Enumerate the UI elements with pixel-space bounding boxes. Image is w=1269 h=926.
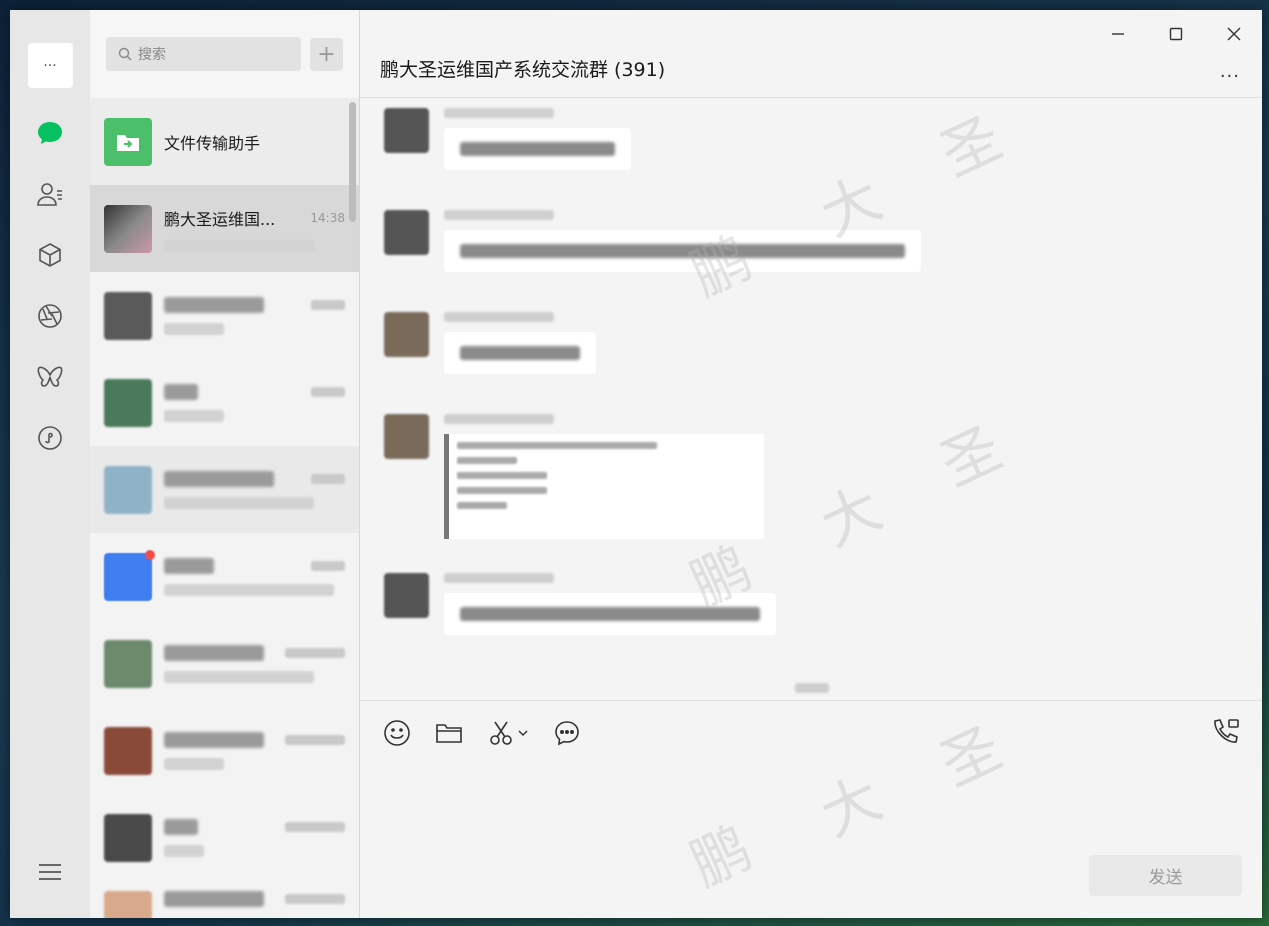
nav-rail: ··· [10,10,90,918]
profile-avatar[interactable]: ··· [27,43,73,88]
folder-arrow-icon [117,134,139,151]
butterfly-icon[interactable] [35,362,65,392]
cube-icon[interactable] [35,240,65,270]
message-bubble[interactable] [444,230,921,272]
message [384,312,596,374]
chat-header: 鹏大圣运维国产系统交流群 (391) ··· [360,10,1262,98]
sender-name [444,414,554,424]
conversation-item[interactable] [90,272,359,359]
aperture-icon[interactable] [35,301,65,331]
conversation-item[interactable] [90,881,359,918]
sender-name [444,573,554,583]
contact-avatar [104,378,152,427]
emoji-icon[interactable] [382,718,412,748]
chat-title: 鹏大圣运维国产系统交流群 (391) [380,59,666,81]
folder-icon[interactable] [434,718,464,748]
contacts-icon[interactable] [35,179,65,209]
search-row: 搜索 + [90,10,359,98]
message-bubble[interactable] [444,128,631,170]
search-placeholder: 搜索 [138,47,166,63]
mini-program-icon[interactable] [35,423,65,453]
conversation-list: 搜索 + 文件传输助手 鹏大圣运维国... 14:38 [90,10,360,918]
list-scrollbar[interactable] [349,102,356,222]
terminal-screenshot-image[interactable] [444,434,764,539]
app-window: ··· 搜索 + 文件传输助手 鹏大圣运维国... 14:38 鹏大圣运维国产系… [10,10,1262,918]
message-input-area[interactable]: 发送 [360,764,1262,918]
search-input[interactable]: 搜索 [106,37,301,71]
sender-name [444,108,554,118]
conversation-preview [164,239,314,252]
more-options-button[interactable]: ··· [1220,66,1240,87]
message [384,414,764,539]
contact-avatar [104,465,152,514]
call-icon[interactable] [1210,717,1240,747]
contact-avatar [104,639,152,688]
message-bubble[interactable] [444,593,776,635]
contact-avatar [104,813,152,862]
maximize-icon[interactable] [1166,24,1186,44]
sender-name [444,312,554,322]
contact-avatar [104,726,152,775]
window-controls [1108,24,1244,44]
conversation-item[interactable] [90,446,359,533]
unread-badge [145,549,155,560]
conversation-item-file-transfer[interactable]: 文件传输助手 [90,98,359,185]
contact-avatar [104,291,152,340]
add-chat-button[interactable]: + [310,37,343,71]
conversation-item[interactable] [90,620,359,707]
contact-avatar [104,549,155,601]
minimize-icon[interactable] [1108,24,1128,44]
send-button[interactable]: 发送 [1089,855,1242,896]
sender-avatar[interactable] [384,312,429,357]
close-icon[interactable] [1224,24,1244,44]
sender-name [444,210,554,220]
message-bubble[interactable] [444,332,596,374]
sender-avatar[interactable] [384,210,429,255]
conversation-item[interactable] [90,533,359,620]
message [384,108,631,170]
message [384,573,776,635]
file-transfer-avatar [104,117,152,166]
chat-panel: 鹏大圣运维国产系统交流群 (391) ··· 发送 鹏 大 圣 鹏 大 圣 鹏 … [360,10,1262,918]
chat-history-icon[interactable] [552,718,582,748]
message [384,210,921,272]
conversation-time: 14:38 [310,210,345,225]
conversation-item[interactable] [90,359,359,446]
message-timestamp [795,683,829,693]
conversation-item[interactable] [90,707,359,794]
search-icon [118,47,132,61]
screenshot-scissors-icon[interactable] [486,718,530,748]
chevron-down-icon[interactable] [518,729,528,737]
conversation-name: 文件传输助手 [164,133,261,153]
group-avatar [104,204,152,253]
chat-bubble-icon[interactable] [35,118,65,148]
message-list [360,98,1262,700]
conversation-item[interactable] [90,794,359,881]
sender-avatar[interactable] [384,108,429,153]
sender-avatar[interactable] [384,414,429,459]
conversation-item-active[interactable]: 鹏大圣运维国... 14:38 [90,185,359,272]
sender-avatar[interactable] [384,573,429,618]
contact-avatar [104,891,152,918]
menu-dots: ··· [43,57,57,74]
input-toolbar [360,700,1262,764]
conversation-name: 鹏大圣运维国... [164,209,276,229]
menu-icon[interactable] [37,862,63,886]
